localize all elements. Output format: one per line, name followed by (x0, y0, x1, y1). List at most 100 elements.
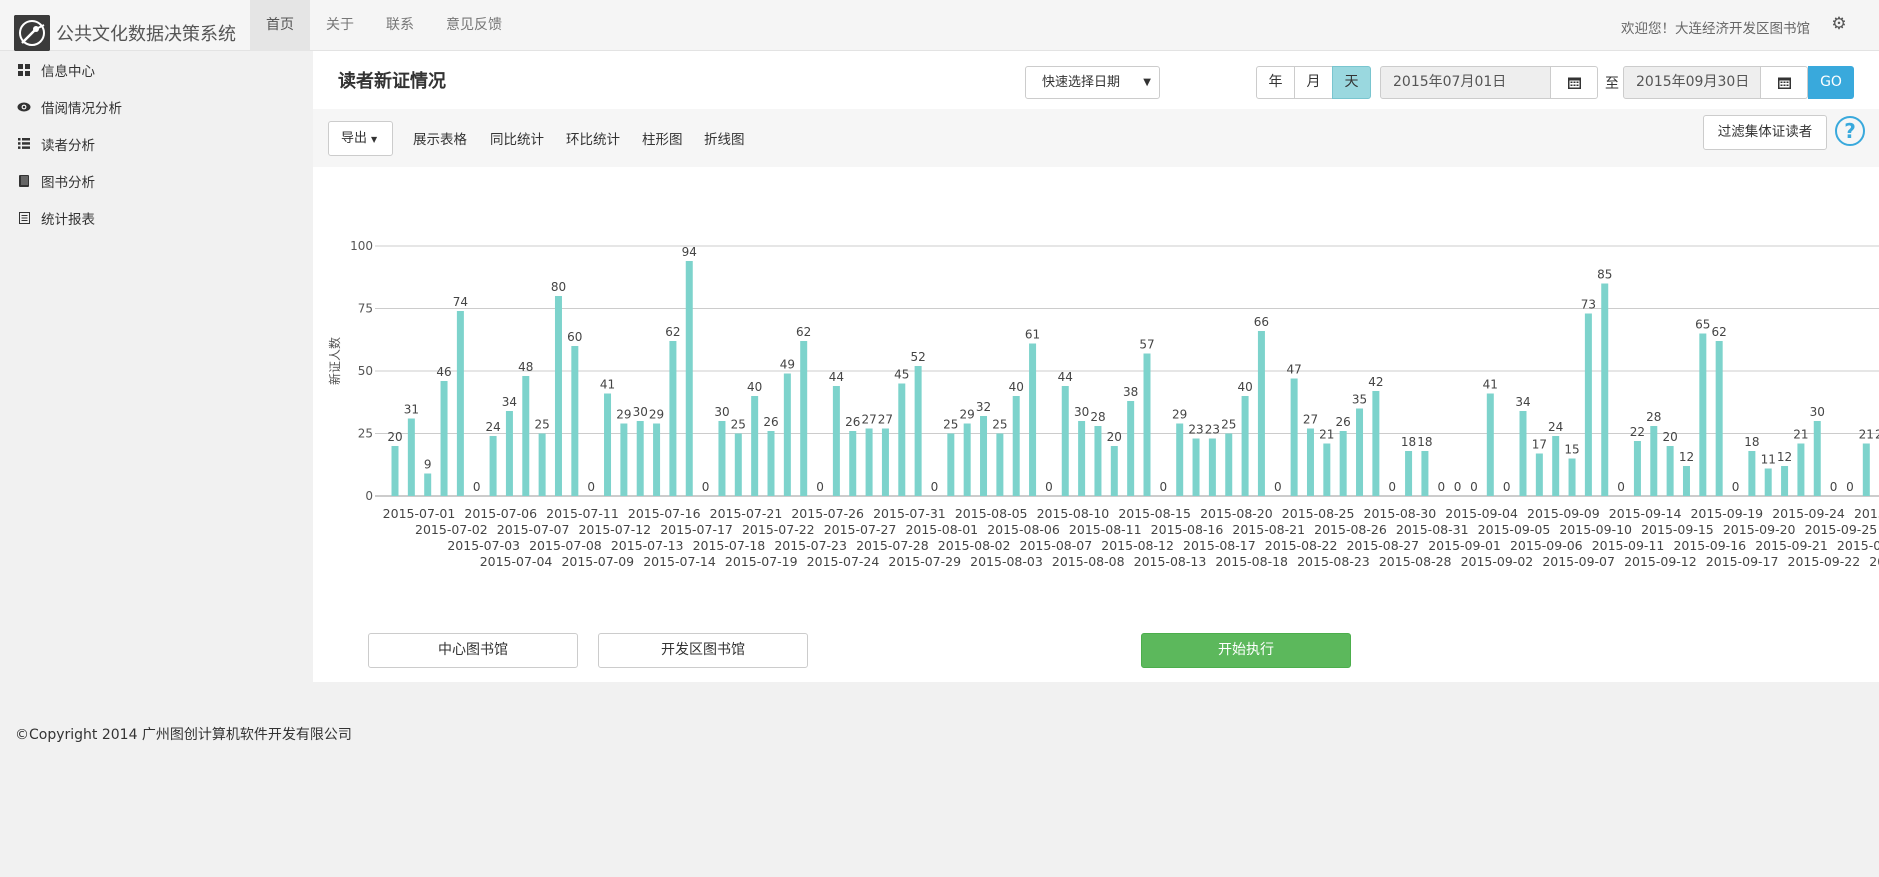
x-tick-label: 2015-08-05 (955, 506, 1028, 521)
bar (604, 393, 612, 496)
data-label: 65 (1695, 318, 1710, 332)
data-label: 25 (534, 418, 549, 432)
data-label: 28 (1090, 410, 1105, 424)
bar (685, 261, 693, 496)
bar (881, 428, 889, 496)
x-tick-label: 2015-07-11 (546, 506, 619, 521)
sidebar-item-reports[interactable]: 统计报表 (0, 199, 312, 236)
x-tick-label: 2015-07-18 (693, 538, 766, 553)
line-chart-link[interactable]: 折线图 (704, 128, 745, 148)
bar (1012, 396, 1020, 496)
bar (1192, 438, 1200, 496)
bar (898, 383, 906, 496)
granularity-year-button[interactable]: 年 (1256, 66, 1295, 99)
x-tick-label: 2015-07-24 (807, 554, 880, 567)
sidebar-item-label: 统计报表 (41, 211, 95, 228)
data-label: 49 (780, 358, 795, 372)
nav-about[interactable]: 关于 (310, 0, 370, 51)
dev-zone-library-button[interactable]: 开发区图书馆 (598, 633, 808, 668)
bar (947, 433, 955, 496)
sidebar-item-label: 读者分析 (41, 137, 95, 154)
x-tick-label: 2015-07-26 (791, 506, 864, 521)
data-label: 0 (1045, 480, 1053, 494)
bar (996, 433, 1004, 496)
start-date-field[interactable]: 2015年07月01日 (1380, 66, 1551, 99)
panel-header: 读者新证情况 快速选择日期 ▼ 年 月 天 2015年07月01日 至 2015… (313, 51, 1879, 109)
quick-date-select[interactable]: 快速选择日期 ▼ (1025, 66, 1160, 99)
filter-group-readers-button[interactable]: 过滤集体证读者 (1703, 115, 1827, 150)
calendar-icon[interactable] (1760, 66, 1808, 99)
data-label: 0 (1388, 480, 1396, 494)
central-library-button[interactable]: 中心图书馆 (368, 633, 578, 668)
bar (407, 418, 415, 496)
nav-home[interactable]: 首页 (250, 0, 310, 51)
show-table-link[interactable]: 展示表格 (413, 128, 467, 148)
x-tick-label: 2015-08-02 (938, 538, 1011, 553)
data-label: 48 (518, 360, 533, 374)
data-label: 17 (1532, 438, 1547, 452)
data-label: 41 (1483, 378, 1498, 392)
welcome-text: 欢迎您！大连经济开发区图书馆 (1621, 21, 1810, 37)
bar (1078, 421, 1086, 496)
x-tick-label: 2015-07-07 (497, 522, 570, 537)
caret-down-icon: ▼ (1143, 77, 1151, 88)
bar (1813, 421, 1821, 496)
mom-stats-link[interactable]: 环比统计 (566, 128, 620, 148)
data-label: 23 (1205, 423, 1220, 437)
x-tick-label: 2015-08-10 (1037, 506, 1110, 521)
bar (1127, 401, 1135, 496)
data-label: 30 (1810, 405, 1825, 419)
data-label: 0 (1160, 480, 1168, 494)
y-tick-label: 0 (365, 489, 373, 503)
bar (1519, 411, 1527, 496)
help-icon[interactable]: ? (1835, 116, 1865, 146)
bar (980, 416, 988, 496)
export-dropdown-button[interactable]: 导出 ▼ (328, 121, 393, 156)
sidebar-item-readers[interactable]: 读者分析 (0, 125, 312, 162)
x-tick-label: 2015-07-17 (660, 522, 733, 537)
chart-toolbar: 导出 ▼ 展示表格 同比统计 环比统计 柱形图 折线图 过滤集体证读者 ? (313, 109, 1879, 167)
sidebar-item-info-center[interactable]: 信息中心 (0, 51, 312, 88)
data-label: 25 (1221, 418, 1236, 432)
go-button[interactable]: GO (1808, 66, 1854, 99)
bar (1241, 396, 1249, 496)
bar (1568, 458, 1576, 496)
granularity-group: 年 月 天 (1256, 66, 1371, 99)
bar (1143, 353, 1151, 496)
data-label: 29 (616, 408, 631, 422)
x-tick-label: 2015-09-26 (1837, 538, 1879, 553)
nav-contact[interactable]: 联系 (370, 0, 430, 51)
bar (1601, 283, 1609, 496)
brand[interactable]: 公共文化数据决策系统 (14, 15, 236, 51)
data-label: 62 (1712, 325, 1727, 339)
data-label: 30 (1074, 405, 1089, 419)
x-tick-label: 2015-08-17 (1183, 538, 1256, 553)
bar-chart-link[interactable]: 柱形图 (642, 128, 683, 148)
bar (1552, 436, 1560, 496)
bar (1666, 446, 1674, 496)
data-label: 9 (424, 458, 432, 472)
data-label: 61 (1025, 328, 1040, 342)
data-label: 0 (1732, 480, 1740, 494)
bar (1682, 466, 1690, 496)
x-tick-label: 2015-07-29 (888, 554, 961, 567)
sidebar-item-books[interactable]: 图书分析 (0, 162, 312, 199)
sidebar-item-borrowing[interactable]: 借阅情况分析 (0, 88, 312, 125)
nav-feedback[interactable]: 意见反馈 (430, 0, 518, 51)
data-label: 60 (567, 330, 582, 344)
calendar-icon[interactable] (1550, 66, 1598, 99)
bar (1797, 443, 1805, 496)
data-label: 21 (1793, 428, 1808, 442)
bar (391, 446, 399, 496)
granularity-day-button[interactable]: 天 (1332, 66, 1371, 99)
data-label: 15 (1564, 443, 1579, 457)
yoy-stats-link[interactable]: 同比统计 (490, 128, 544, 148)
data-label: 73 (1581, 298, 1596, 312)
data-label: 12 (1679, 450, 1694, 464)
bar (538, 433, 546, 496)
execute-button[interactable]: 开始执行 (1141, 633, 1351, 668)
gear-icon[interactable]: ⚙ (1829, 14, 1849, 34)
data-label: 30 (633, 405, 648, 419)
granularity-month-button[interactable]: 月 (1294, 66, 1333, 99)
end-date-field[interactable]: 2015年09月30日 (1623, 66, 1761, 99)
